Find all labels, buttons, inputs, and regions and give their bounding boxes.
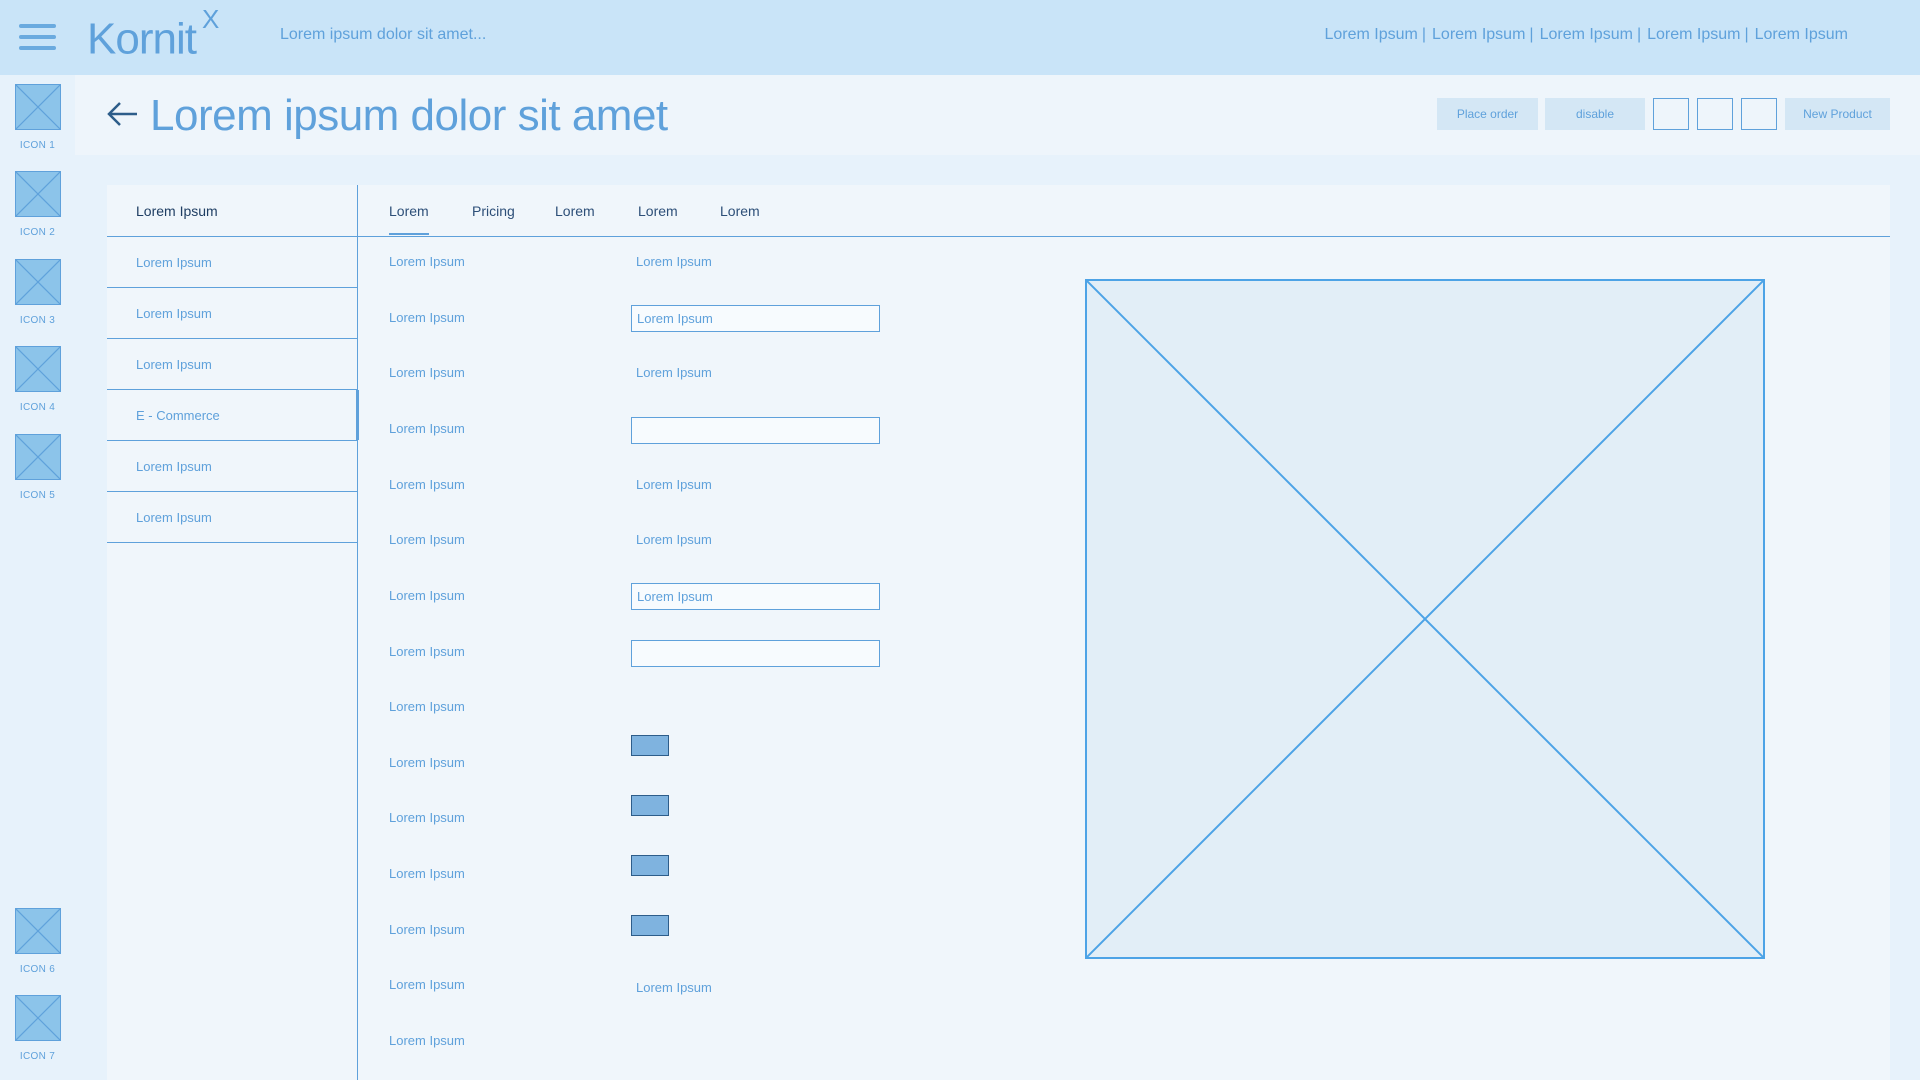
side-nav-header: Lorem Ipsum: [107, 185, 357, 237]
hamburger-menu-icon[interactable]: [19, 24, 56, 50]
link-separator: |: [1636, 26, 1642, 43]
field-label: Lorem Ipsum: [389, 365, 465, 380]
placeholder-icon: [14, 171, 61, 217]
rail-label: ICON 1: [19, 140, 56, 151]
back-arrow-icon[interactable]: [105, 99, 139, 129]
field-label: Lorem Ipsum: [389, 977, 465, 992]
field-label: Lorem Ipsum: [389, 254, 465, 269]
placeholder-icon: [14, 346, 61, 392]
toolbar-box-3[interactable]: [1741, 98, 1777, 130]
tab-lorem-4[interactable]: Lorem: [720, 203, 760, 219]
rail-item-4[interactable]: ICON 4: [0, 346, 75, 413]
text-input-1[interactable]: [631, 305, 880, 332]
rail-item-1[interactable]: ICON 1: [0, 84, 75, 151]
link-separator: |: [1529, 26, 1534, 43]
top-nav-links: Lorem Ipsum | Lorem Ipsum | Lorem Ipsum | L…: [1325, 26, 1849, 44]
rail-label: ICON 6: [19, 964, 56, 975]
text-input-3[interactable]: [631, 583, 880, 610]
side-nav-item[interactable]: Lorem Ipsum: [107, 492, 357, 543]
field-label: Lorem Ipsum: [389, 922, 465, 937]
side-nav-item[interactable]: Lorem Ipsum: [107, 288, 357, 339]
rail-label: ICON 5: [19, 490, 56, 501]
rail-item-5[interactable]: ICON 5: [0, 434, 75, 501]
field-label: Lorem Ipsum: [389, 310, 465, 325]
field-value: Lorem Ipsum: [636, 254, 712, 269]
field-value: Lorem Ipsum: [636, 980, 712, 995]
logo-text: Kornit: [87, 14, 197, 64]
link-separator: |: [1744, 26, 1749, 43]
field-label: Lorem Ipsum: [389, 421, 465, 436]
color-swatch-1[interactable]: [631, 735, 669, 756]
field-label: Lorem Ipsum: [389, 755, 465, 770]
rail-item-6[interactable]: ICON 6: [0, 908, 75, 975]
placeholder-icon: [14, 259, 61, 305]
rail-label: ICON 3: [19, 315, 56, 326]
top-link-3[interactable]: Lorem Ipsum: [1540, 26, 1633, 44]
side-nav-item[interactable]: Lorem Ipsum: [107, 339, 357, 390]
placeholder-icon: [14, 995, 61, 1041]
text-input-2[interactable]: [631, 417, 880, 444]
app-logo[interactable]: Kornit X: [87, 4, 219, 65]
placeholder-icon: [14, 908, 61, 954]
placeholder-icon: [14, 434, 61, 480]
side-nav-item[interactable]: Lorem Ipsum: [107, 441, 357, 492]
field-label: Lorem Ipsum: [389, 532, 465, 547]
logo-superscript: X: [201, 4, 219, 34]
side-nav-item-ecommerce[interactable]: E - Commerce: [107, 390, 359, 441]
tab-lorem-2[interactable]: Lorem: [555, 203, 595, 219]
rail-label: ICON 2: [19, 227, 56, 238]
product-image-placeholder: [1085, 279, 1765, 959]
field-label: Lorem Ipsum: [389, 810, 465, 825]
color-swatch-4[interactable]: [631, 915, 669, 936]
rail-item-7[interactable]: ICON 7: [0, 995, 75, 1062]
place-order-button[interactable]: Place order: [1437, 98, 1538, 130]
tab-lorem-3[interactable]: Lorem: [638, 203, 678, 219]
placeholder-cross-icon: [1086, 280, 1764, 958]
field-label: Lorem Ipsum: [389, 477, 465, 492]
color-swatch-2[interactable]: [631, 795, 669, 816]
rail-item-2[interactable]: ICON 2: [0, 171, 75, 238]
top-link-1[interactable]: Lorem Ipsum: [1325, 26, 1418, 44]
content-panel: Lorem Ipsum Lorem Ipsum Lorem Ipsum Lore…: [107, 185, 1890, 1080]
field-value: Lorem Ipsum: [636, 477, 712, 492]
top-header: Kornit X Lorem ipsum dolor sit amet... Lo…: [0, 0, 1920, 75]
page-title: Lorem ipsum dolor sit amet: [150, 91, 668, 140]
tab-pricing[interactable]: Pricing: [472, 203, 515, 219]
field-label: Lorem Ipsum: [389, 866, 465, 881]
rail-item-3[interactable]: ICON 3: [0, 259, 75, 326]
field-label: Lorem Ipsum: [389, 588, 465, 603]
header-subtitle: Lorem ipsum dolor sit amet...: [280, 26, 487, 43]
color-swatch-3[interactable]: [631, 855, 669, 876]
field-label: Lorem Ipsum: [389, 699, 465, 714]
link-separator: |: [1421, 26, 1427, 43]
title-bar: Lorem ipsum dolor sit amet Place order d…: [75, 75, 1920, 155]
disable-button[interactable]: disable: [1545, 98, 1645, 130]
rail-label: ICON 7: [19, 1051, 56, 1062]
field-label: Lorem Ipsum: [389, 644, 465, 659]
tab-bar: Lorem Pricing Lorem Lorem Lorem: [358, 185, 1890, 237]
new-product-button[interactable]: New Product: [1785, 98, 1890, 130]
field-value: Lorem Ipsum: [636, 365, 712, 380]
placeholder-icon: [14, 84, 61, 130]
tab-lorem-1[interactable]: Lorem: [389, 203, 429, 235]
icon-rail: ICON 1 ICON 2 ICON 3 ICON 4 ICON 5 ICON …: [0, 75, 75, 1080]
field-value: Lorem Ipsum: [636, 532, 712, 547]
field-label: Lorem Ipsum: [389, 1033, 465, 1048]
top-link-5[interactable]: Lorem Ipsum: [1755, 26, 1848, 44]
toolbar-box-1[interactable]: [1653, 98, 1689, 130]
top-link-2[interactable]: Lorem Ipsum: [1432, 26, 1525, 44]
text-input-4[interactable]: [631, 640, 880, 667]
rail-label: ICON 4: [19, 402, 56, 413]
side-nav-item[interactable]: Lorem Ipsum: [107, 237, 357, 288]
side-nav: Lorem Ipsum Lorem Ipsum Lorem Ipsum Lore…: [107, 185, 359, 1080]
top-link-4[interactable]: Lorem Ipsum: [1647, 26, 1740, 44]
toolbar-box-2[interactable]: [1697, 98, 1733, 130]
